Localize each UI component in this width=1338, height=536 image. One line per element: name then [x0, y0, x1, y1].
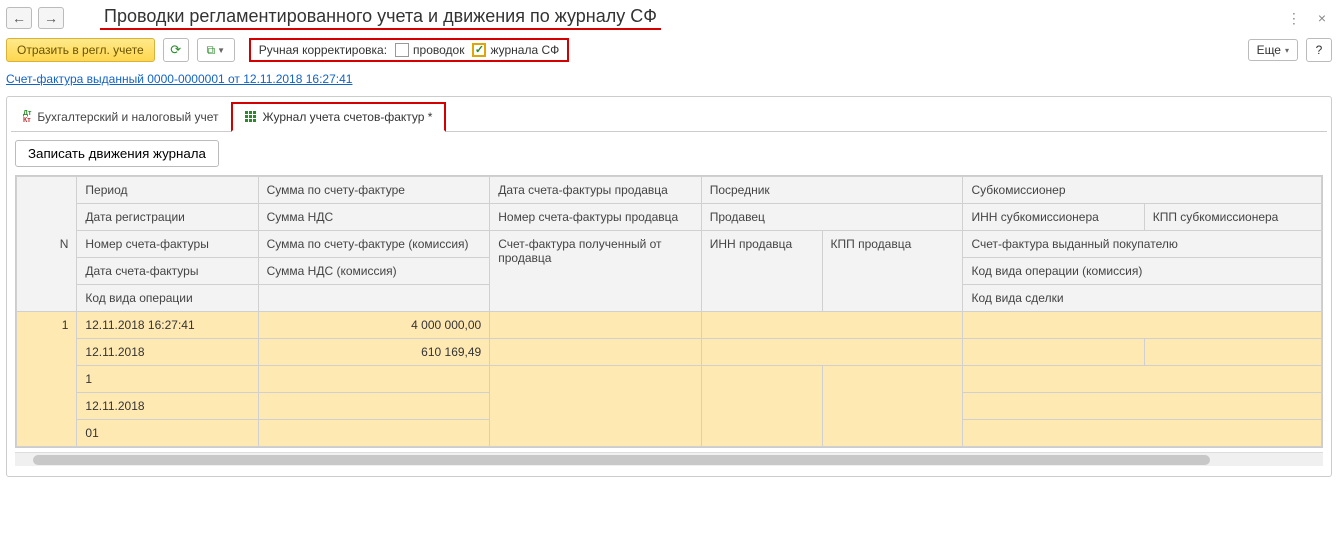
- arrow-right-icon: →: [44, 10, 58, 26]
- manual-correction-label: Ручная корректировка:: [259, 43, 387, 57]
- col-subcomm[interactable]: Субкомиссионер: [963, 177, 1322, 204]
- close-icon[interactable]: ×: [1312, 10, 1332, 26]
- col-sum-nds-comm[interactable]: Сумма НДС (комиссия): [258, 258, 490, 285]
- tab-accounting-label: Бухгалтерский и налоговый учет: [37, 110, 218, 124]
- checkbox-provodok[interactable]: [395, 43, 409, 57]
- back-button[interactable]: ←: [6, 7, 32, 29]
- tab-panel: ДтКт Бухгалтерский и налоговый учет Журн…: [6, 96, 1332, 477]
- manual-correction-group: Ручная корректировка: проводок ✓ журнала…: [249, 38, 570, 62]
- col-sum-sf[interactable]: Сумма по счету-фактуре: [258, 177, 490, 204]
- scrollbar-thumb[interactable]: [33, 455, 1210, 465]
- refresh-button[interactable]: ⟳: [163, 38, 189, 62]
- checkbox-journal-label: журнала СФ: [490, 43, 559, 57]
- table-row[interactable]: 1: [17, 366, 1322, 393]
- col-seller[interactable]: Продавец: [701, 204, 963, 231]
- help-icon: ?: [1316, 43, 1323, 57]
- more-label: Еще: [1257, 43, 1281, 57]
- col-op-code[interactable]: Код вида операции: [77, 285, 258, 312]
- col-kpp-subcomm[interactable]: КПП субкомиссионера: [1144, 204, 1321, 231]
- col-sum-nds[interactable]: Сумма НДС: [258, 204, 490, 231]
- arrow-left-icon: ←: [12, 10, 26, 26]
- col-sf-date-seller[interactable]: Дата счета-фактуры продавца: [490, 177, 701, 204]
- col-empty: [258, 285, 490, 312]
- write-journal-button[interactable]: Записать движения журнала: [15, 140, 219, 167]
- col-reg-date[interactable]: Дата регистрации: [77, 204, 258, 231]
- journal-grid[interactable]: N Период Сумма по счету-фактуре Дата сче…: [15, 175, 1323, 448]
- forward-button[interactable]: →: [38, 7, 64, 29]
- cell-sf-num-seller[interactable]: [490, 339, 701, 366]
- cell-intermediary[interactable]: [701, 312, 963, 339]
- cell-subcomm[interactable]: [963, 312, 1322, 339]
- checkbox-journal[interactable]: ✓: [472, 43, 486, 57]
- col-inn-subcomm[interactable]: ИНН субкомиссионера: [963, 204, 1144, 231]
- cell-reg-date[interactable]: 12.11.2018: [77, 339, 258, 366]
- cell-n[interactable]: 1: [17, 312, 77, 447]
- cell-sum-sf[interactable]: 4 000 000,00: [258, 312, 490, 339]
- col-sf-issued[interactable]: Счет-фактура выданный покупателю: [963, 231, 1322, 258]
- col-intermediary[interactable]: Посредник: [701, 177, 963, 204]
- cell-deal-code[interactable]: [963, 420, 1322, 447]
- tab-journal[interactable]: Журнал учета счетов-фактур *: [231, 102, 447, 132]
- copy-icon: ⧉: [206, 43, 215, 58]
- cell-op-code-comm[interactable]: [963, 393, 1322, 420]
- tab-accounting[interactable]: ДтКт Бухгалтерский и налоговый учет: [11, 102, 231, 132]
- col-sf-date[interactable]: Дата счета-фактуры: [77, 258, 258, 285]
- col-op-code-comm[interactable]: Код вида операции (комиссия): [963, 258, 1322, 285]
- more-button[interactable]: Еще ▾: [1248, 39, 1298, 61]
- refresh-icon: ⟳: [170, 42, 181, 58]
- col-sf-num-seller[interactable]: Номер счета-фактуры продавца: [490, 204, 701, 231]
- col-deal-code[interactable]: Код вида сделки: [963, 285, 1322, 312]
- cell-inn-subcomm[interactable]: [963, 339, 1144, 366]
- cell-period[interactable]: 12.11.2018 16:27:41: [77, 312, 258, 339]
- grid-icon: [245, 111, 257, 123]
- help-button[interactable]: ?: [1306, 38, 1332, 62]
- checkbox-provodok-label: проводок: [413, 43, 464, 57]
- cell-sum-nds-comm[interactable]: [258, 393, 490, 420]
- page-title: Проводки регламентированного учета и дви…: [100, 6, 661, 30]
- cell-empty[interactable]: [258, 420, 490, 447]
- cell-sf-received[interactable]: [490, 366, 701, 447]
- cell-sum-nds[interactable]: 610 169,49: [258, 339, 490, 366]
- kebab-menu-icon[interactable]: ⋮: [1281, 10, 1306, 27]
- cell-sf-issued[interactable]: [963, 366, 1322, 393]
- col-sum-sf-comm[interactable]: Сумма по счету-фактуре (комиссия): [258, 231, 490, 258]
- col-sf-received[interactable]: Счет-фактура полученный от продавца: [490, 231, 701, 312]
- col-sf-number[interactable]: Номер счета-фактуры: [77, 231, 258, 258]
- col-inn-seller[interactable]: ИНН продавца: [701, 231, 822, 312]
- cell-sf-number[interactable]: 1: [77, 366, 258, 393]
- chevron-down-icon: ▾: [1285, 46, 1289, 55]
- col-kpp-seller[interactable]: КПП продавца: [822, 231, 963, 312]
- tab-journal-label: Журнал учета счетов-фактур *: [263, 110, 433, 124]
- col-n[interactable]: N: [17, 177, 77, 312]
- copy-split-button[interactable]: ⧉ ▼: [197, 38, 235, 62]
- col-period[interactable]: Период: [77, 177, 258, 204]
- cell-sf-date-seller[interactable]: [490, 312, 701, 339]
- cell-inn-seller[interactable]: [701, 366, 822, 447]
- cell-kpp-seller[interactable]: [822, 366, 963, 447]
- cell-op-code[interactable]: 01: [77, 420, 258, 447]
- cell-sf-date[interactable]: 12.11.2018: [77, 393, 258, 420]
- table-row[interactable]: 12.11.2018 610 169,49: [17, 339, 1322, 366]
- reflect-button[interactable]: Отразить в регл. учете: [6, 38, 155, 62]
- source-document-link[interactable]: Счет-фактура выданный 0000-0000001 от 12…: [6, 72, 352, 86]
- chevron-down-icon: ▼: [217, 46, 225, 55]
- horizontal-scrollbar[interactable]: [15, 452, 1323, 466]
- cell-kpp-subcomm[interactable]: [1144, 339, 1321, 366]
- debit-credit-icon: ДтКт: [23, 110, 31, 124]
- cell-sum-sf-comm[interactable]: [258, 366, 490, 393]
- cell-seller[interactable]: [701, 339, 963, 366]
- table-row[interactable]: 1 12.11.2018 16:27:41 4 000 000,00: [17, 312, 1322, 339]
